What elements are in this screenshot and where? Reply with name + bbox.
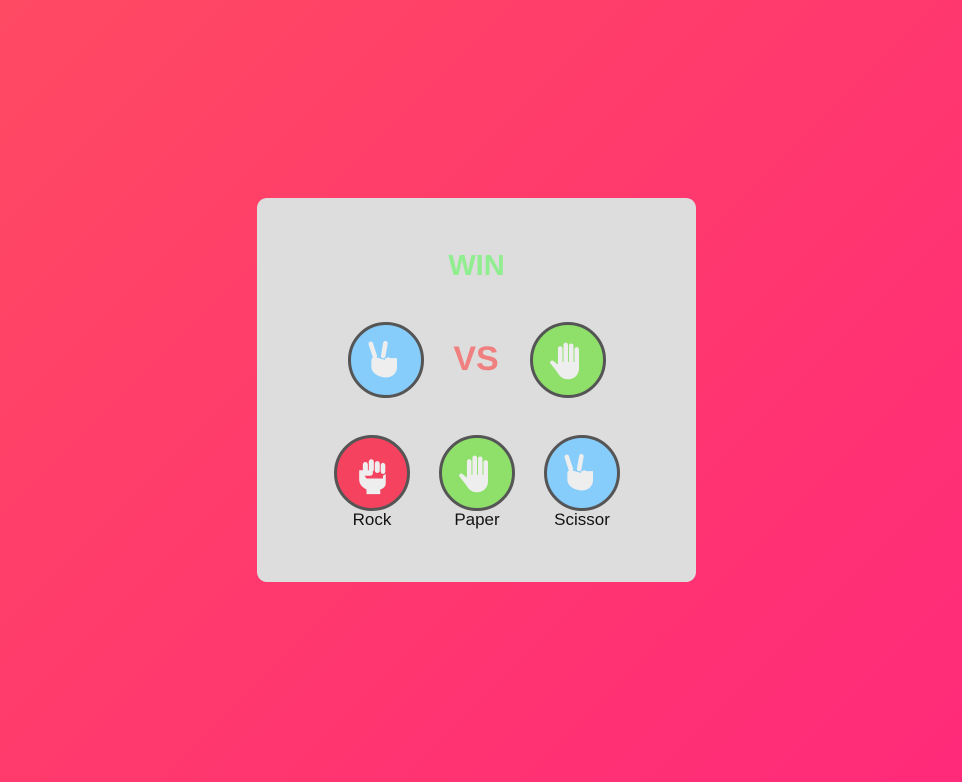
computer-hand-display (530, 322, 606, 398)
open-hand-icon (550, 342, 579, 380)
game-card: WIN VS Rock Paper Scissor (257, 198, 696, 582)
peace-hand-icon (563, 453, 593, 491)
paper-button[interactable] (439, 435, 515, 511)
fist-icon (359, 459, 386, 495)
open-hand-icon (459, 455, 488, 493)
player-hand-display (348, 322, 424, 398)
peace-hand-icon (367, 340, 397, 378)
scissor-button[interactable] (544, 435, 620, 511)
result-text: WIN (448, 250, 505, 282)
rock-button[interactable] (334, 435, 410, 511)
scissor-label: Scissor (554, 510, 610, 529)
paper-label: Paper (454, 510, 500, 529)
rock-label: Rock (352, 510, 392, 529)
vs-label: VS (453, 340, 499, 378)
